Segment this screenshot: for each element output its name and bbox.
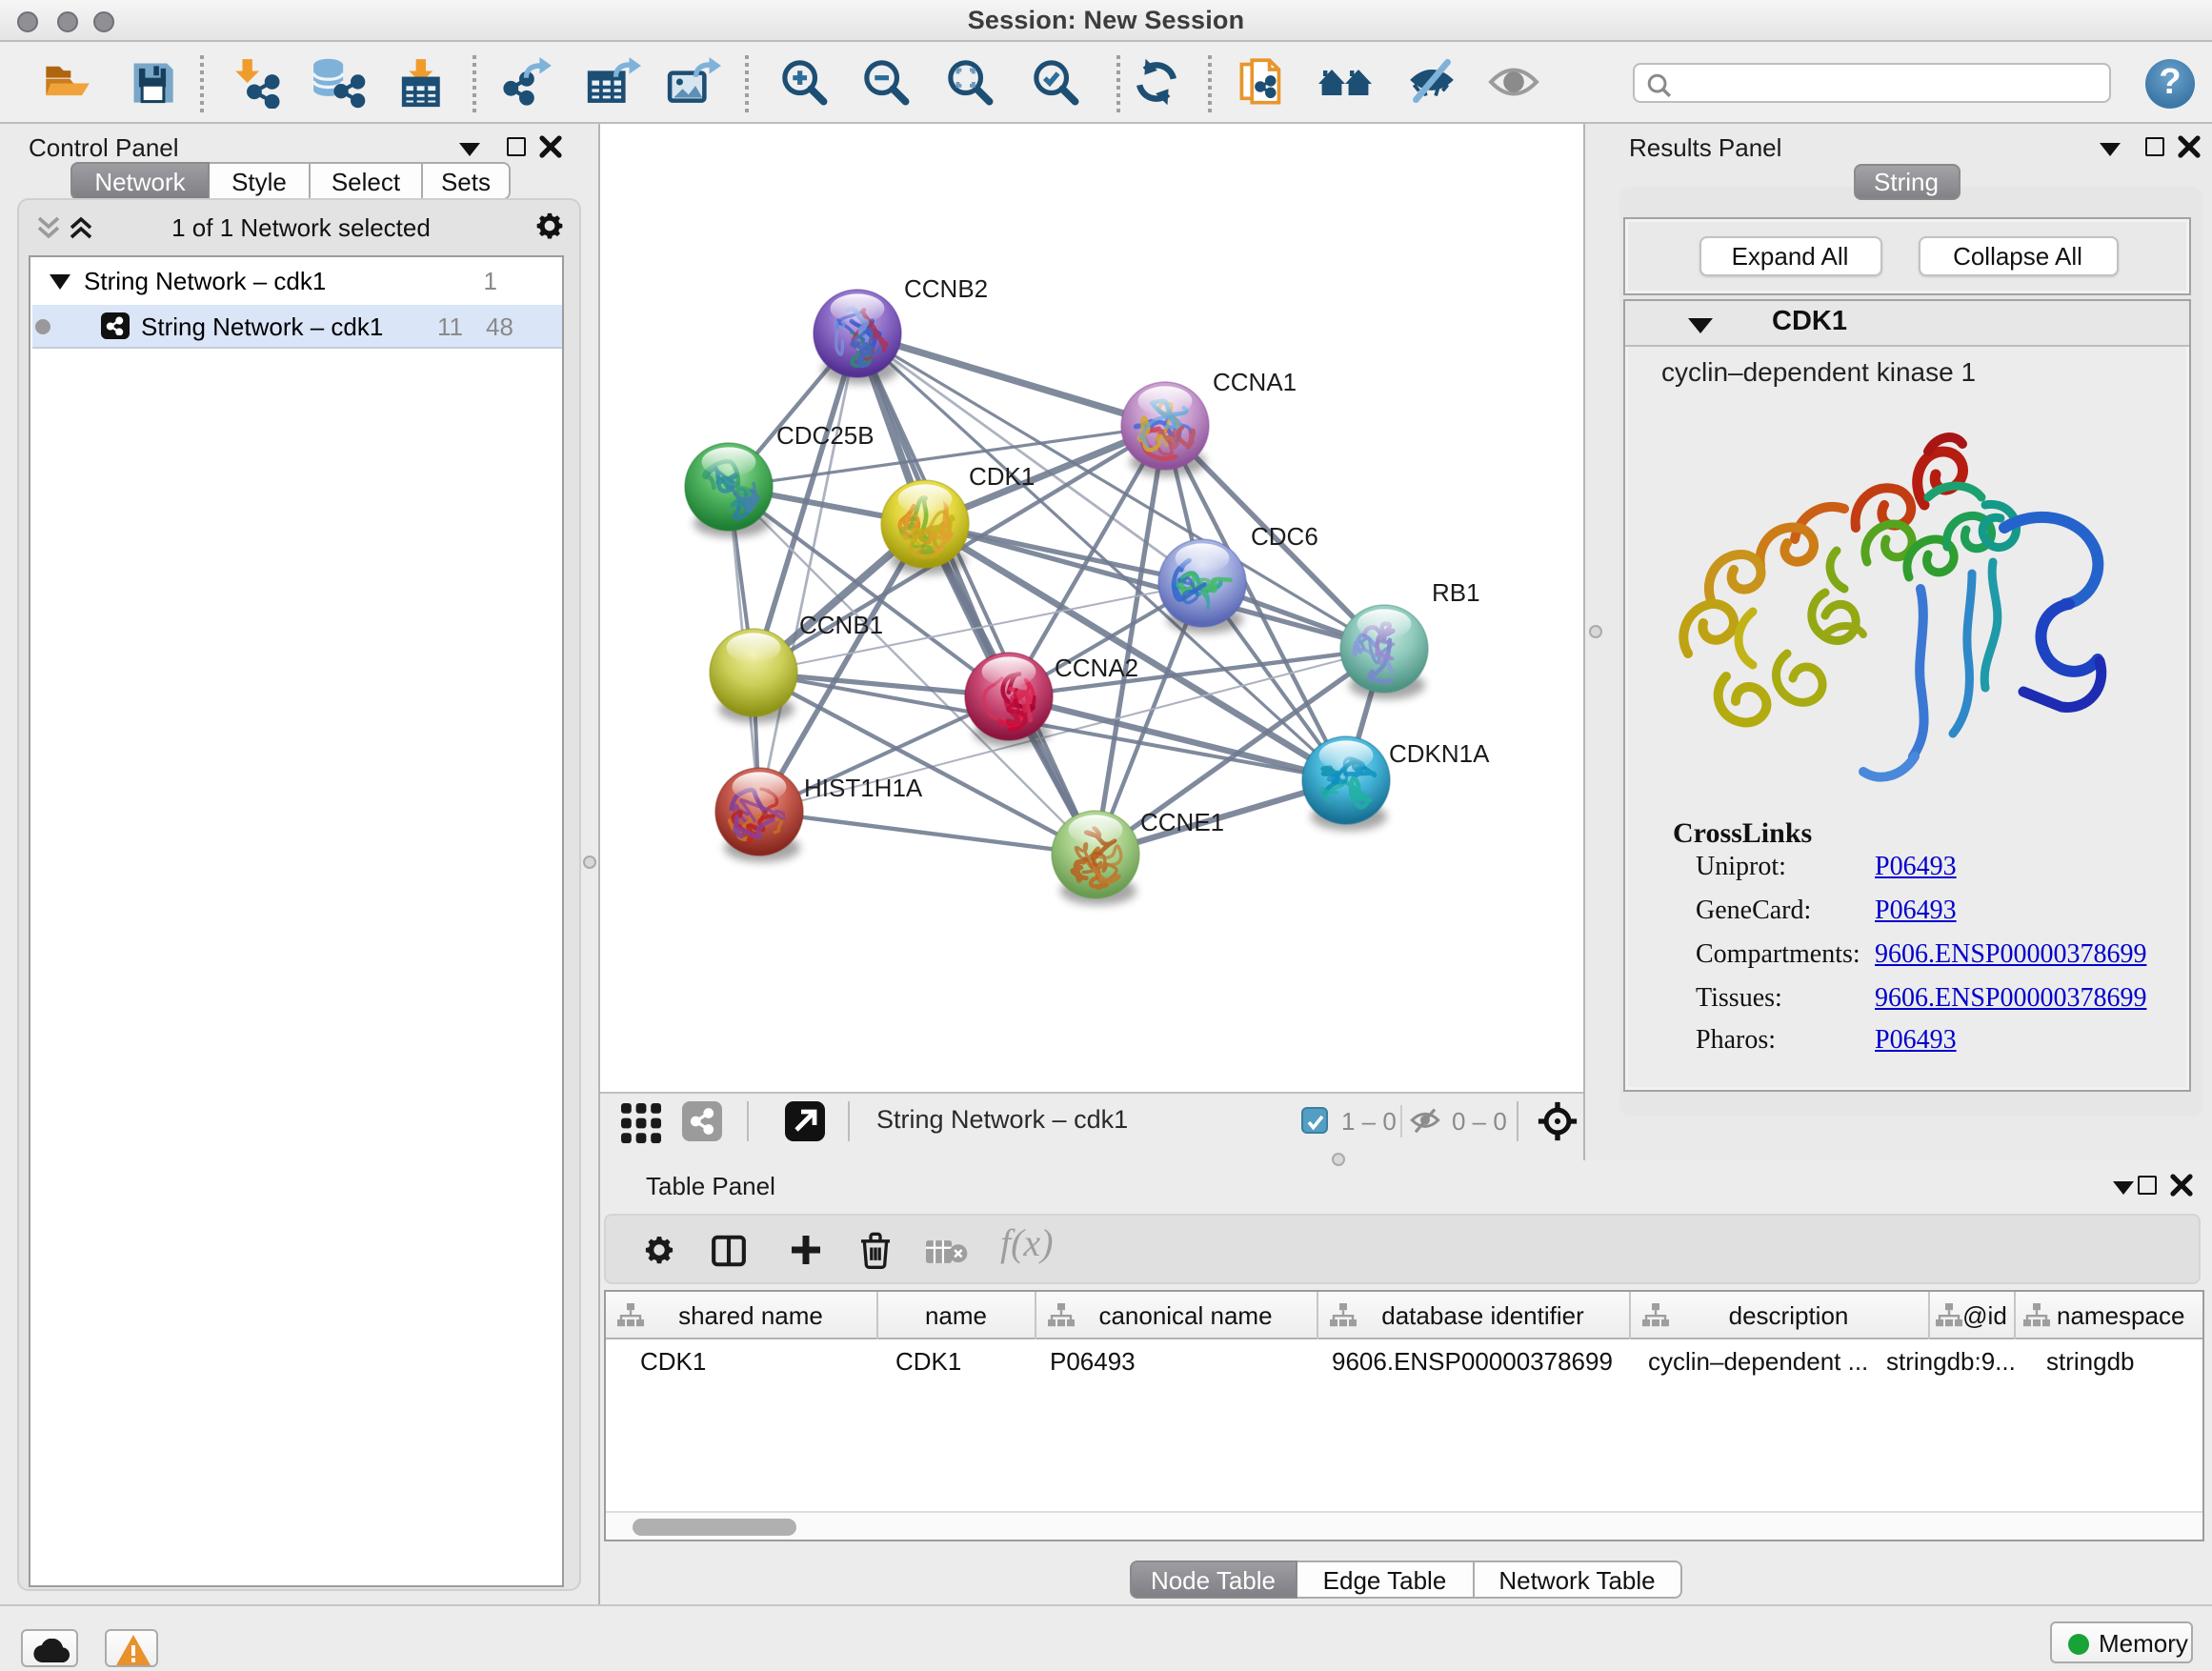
- svg-text:RB1: RB1: [1432, 578, 1480, 607]
- svg-text:CDKN1A: CDKN1A: [1389, 739, 1490, 768]
- svg-text:CDC6: CDC6: [1251, 522, 1318, 551]
- svg-text:CCNA1: CCNA1: [1213, 368, 1297, 396]
- svg-text:CDK1: CDK1: [969, 462, 1035, 491]
- svg-text:CCNB2: CCNB2: [904, 274, 988, 303]
- svg-text:CCNB1: CCNB1: [799, 611, 883, 639]
- svg-text:HIST1H1A: HIST1H1A: [804, 774, 923, 802]
- svg-text:CCNA2: CCNA2: [1055, 654, 1138, 682]
- svg-text:CCNE1: CCNE1: [1140, 808, 1224, 836]
- svg-text:CDC25B: CDC25B: [776, 421, 875, 450]
